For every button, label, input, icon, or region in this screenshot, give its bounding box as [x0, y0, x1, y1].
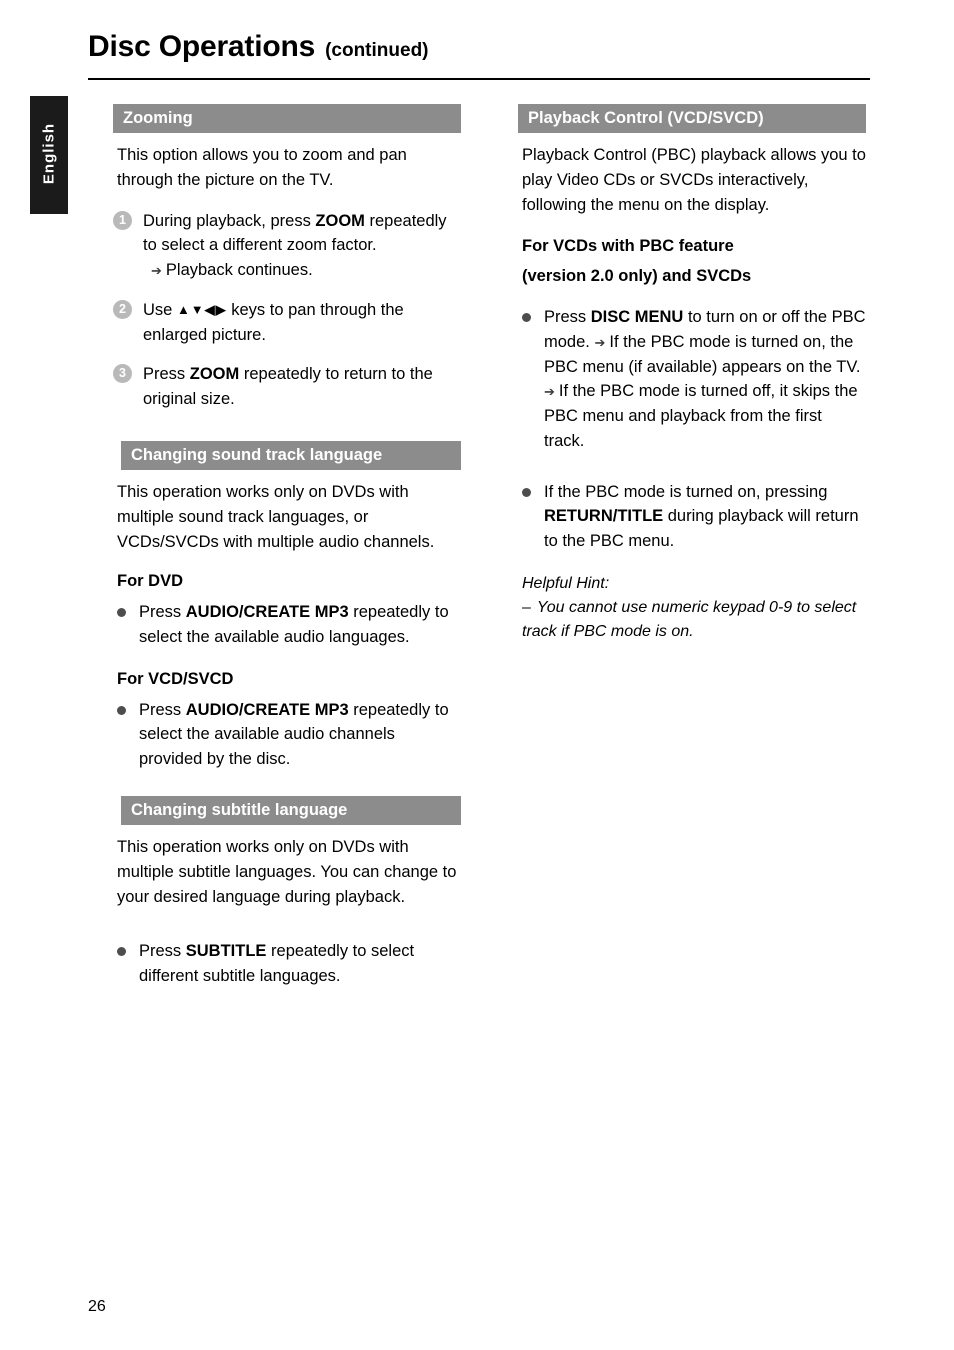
pbc-result-text-1: If the PBC mode is turned on, the PBC me… [544, 332, 861, 376]
helpful-hint: Helpful Hint: – You cannot use numeric ke… [518, 572, 866, 644]
step-keyword: ZOOM [315, 211, 365, 230]
left-column: Zooming This option allows you to zoom a… [113, 104, 461, 1005]
pbc-result-line-1: ➔ If the PBC mode is turned on, the PBC m… [544, 333, 860, 376]
pbc-intro: Playback Control (PBC) playback allows y… [522, 146, 866, 214]
sub-heading-for-vcd-svcd: For VCD/SVCD [117, 669, 234, 688]
hint-text: You cannot use numeric keypad 0-9 to sel… [522, 598, 857, 640]
pbc-result-line-2: ➔ If the PBC mode is turned off, it skips… [544, 382, 858, 450]
pbc-bullet-2: If the PBC mode is turned on, pressing R… [518, 480, 866, 554]
section-heading-playback-control: Playback Control (VCD/SVCD) [518, 104, 866, 134]
step-text-before: Use [143, 300, 177, 319]
step-result-line: ➔ Playback continues. [143, 258, 461, 283]
arrow-icon: ➔ [594, 334, 606, 350]
zooming-step-2: 2 Use ▲▼◀▶ keys to pan through the enlar… [113, 298, 461, 348]
language-tab: English [30, 96, 68, 214]
hint-line: – You cannot use numeric keypad 0-9 to se… [522, 596, 866, 644]
step-number: 2 [113, 299, 132, 319]
right-column: Playback Control (VCD/SVCD) Playback Con… [518, 104, 866, 644]
navigation-keys-icon: ▲▼◀▶ [176, 301, 227, 317]
bullet-text-before: If the PBC mode is turned on, pressing [544, 482, 828, 501]
section-heading-subtitle: Changing subtitle language [121, 795, 461, 826]
pbc-result-text-2: If the PBC mode is turned off, it skips … [544, 382, 858, 450]
bullet-icon [522, 313, 531, 323]
pbc-sub-heading-line1: For VCDs with PBC feature [522, 237, 734, 256]
bullet-icon [117, 608, 126, 618]
bullet-text-before: Press [544, 308, 591, 327]
step-text-before: Press [143, 365, 190, 384]
page-number: 26 [88, 1298, 106, 1315]
step-number: 1 [113, 210, 132, 230]
page-subtitle: (continued) [325, 40, 429, 61]
hint-dash: – [522, 598, 531, 616]
subtitle-intro: This operation works only on DVDs with m… [117, 838, 457, 906]
pbc-bullet-1: Press DISC MENU to turn on or off the PB… [518, 305, 866, 454]
bullet-keyword: RETURN/TITLE [544, 507, 664, 526]
sub-heading-for-dvd: For DVD [117, 572, 183, 591]
page-title: Disc Operations [88, 30, 316, 63]
language-tab-label: English [40, 122, 58, 185]
bullet-keyword: AUDIO/CREATE MP3 [185, 603, 349, 622]
section-heading-sound-track: Changing sound track language [121, 440, 461, 471]
step-keyword: ZOOM [189, 365, 240, 384]
arrow-icon: ➔ [151, 263, 162, 279]
bullet-icon [117, 705, 126, 715]
bullet-text-before: Press [139, 700, 186, 719]
page-header: Disc Operations (continued) [88, 30, 870, 70]
zooming-step-1: 1 During playback, press ZOOM repeatedly… [113, 209, 461, 283]
sound-track-dvd-bullet: Press AUDIO/CREATE MP3 repeatedly to sel… [113, 600, 461, 650]
pbc-sub-heading-line2: (version 2.0 only) and SVCDs [522, 267, 752, 286]
bullet-keyword: DISC MENU [590, 308, 684, 327]
sound-track-intro: This operation works only on DVDs with m… [117, 483, 435, 551]
header-title-line: Disc Operations (continued) [88, 30, 870, 70]
bullet-icon [117, 947, 126, 957]
sound-track-vcd-bullet: Press AUDIO/CREATE MP3 repeatedly to sel… [113, 698, 461, 772]
header-divider [88, 78, 870, 80]
bullet-keyword: SUBTITLE [185, 942, 267, 961]
subtitle-bullet: Press SUBTITLE repeatedly to select diff… [113, 939, 461, 989]
bullet-text-before: Press [139, 942, 186, 961]
bullet-icon [522, 487, 531, 497]
bullet-text-before: Press [139, 603, 186, 622]
step-result-text: Playback continues. [165, 261, 313, 280]
bullet-keyword: AUDIO/CREATE MP3 [185, 700, 349, 719]
step-number: 3 [113, 364, 132, 384]
zooming-intro: This option allows you to zoom and pan t… [117, 146, 407, 189]
step-text-before: During playback, press [143, 211, 316, 230]
section-heading-zooming: Zooming [113, 104, 461, 134]
zooming-step-3: 3 Press ZOOM repeatedly to return to the… [113, 362, 461, 412]
arrow-icon: ➔ [544, 384, 555, 400]
hint-label: Helpful Hint: [522, 574, 610, 592]
